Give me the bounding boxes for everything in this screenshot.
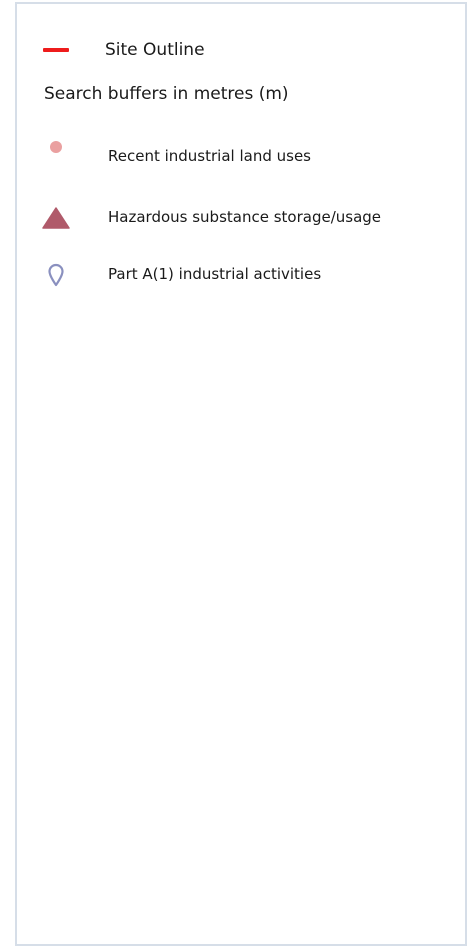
site-outline-entry: Site Outline (43, 38, 205, 62)
triangle-marker-icon (41, 205, 71, 231)
site-outline-line-icon (43, 48, 69, 52)
legend-item-label: Recent industrial land uses (108, 147, 311, 165)
legend-item-label: Hazardous substance storage/usage (108, 208, 382, 226)
legend-item-hazardous-substance: Hazardous substance storage/usage (17, 205, 465, 231)
site-outline-label: Site Outline (105, 40, 205, 60)
pin-outline-icon (41, 262, 71, 288)
map-legend-panel: Site Outline Search buffers in metres (m… (15, 2, 467, 946)
search-buffers-heading: Search buffers in metres (m) (44, 84, 289, 104)
legend-item-recent-industrial: Recent industrial land uses (17, 141, 465, 170)
circle-marker-icon (41, 134, 71, 160)
legend-item-part-a1: Part A(1) industrial activities (17, 262, 465, 288)
legend-item-label: Part A(1) industrial activities (108, 265, 322, 283)
